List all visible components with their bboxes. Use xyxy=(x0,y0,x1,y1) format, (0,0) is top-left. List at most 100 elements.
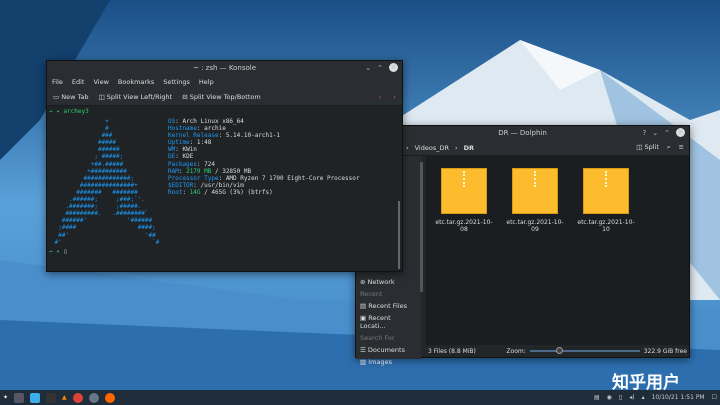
menu-view[interactable]: View xyxy=(93,78,108,86)
info-highlight: 2179 MB xyxy=(186,167,212,175)
close-icon[interactable]: × xyxy=(676,128,685,137)
menubar: File Edit View Bookmarks Settings Help xyxy=(47,75,402,89)
terminal-area[interactable]: → ✦ archey3 + # ### ##### ###### ; #####… xyxy=(47,106,402,271)
window-title: ~ : zsh — Konsole xyxy=(192,64,257,72)
info-value: Arch Linux x86_64 xyxy=(182,118,244,125)
file-item[interactable]: etc.tar.gz.2021-10-10 xyxy=(574,168,638,233)
images-label: Images xyxy=(368,358,392,366)
show-desktop-icon[interactable]: ☐ xyxy=(712,394,717,401)
konsole-window[interactable]: ~ : zsh — Konsole ⌄ ⌃ × File Edit View Boo… xyxy=(46,60,403,272)
split-label: Split xyxy=(644,143,659,151)
file-name: etc.tar.gz.2021-10-08 xyxy=(435,219,493,233)
zoom-slider-handle[interactable] xyxy=(555,347,563,354)
info-key: Root xyxy=(168,188,183,196)
help-icon[interactable]: ? xyxy=(643,129,647,137)
recent-header: Recent xyxy=(360,290,383,298)
menu-help[interactable]: Help xyxy=(199,78,214,86)
info-value: 1:48 xyxy=(196,139,212,147)
file-view[interactable]: etc.tar.gz.2021-10-08 etc.tar.gz.2021-10… xyxy=(426,156,689,345)
konsole-task-icon[interactable] xyxy=(46,392,57,403)
tray-expand-icon[interactable]: ▴ xyxy=(642,394,645,401)
status-bar: 3 Files (8.8 MiB) Zoom: 322.9 GiB free xyxy=(426,345,689,357)
info-row: Kernel Release: 5.14.10-arch1-1 xyxy=(168,132,280,140)
overflow-chevron-icon[interactable]: › xyxy=(393,93,396,101)
volume-icon[interactable]: ◂) xyxy=(629,394,634,401)
file-item[interactable]: etc.tar.gz.2021-10-08 xyxy=(432,168,496,233)
vlc-icon[interactable]: ▲ xyxy=(62,394,67,401)
file-item[interactable]: etc.tar.gz.2021-10-09 xyxy=(503,168,567,233)
app-icon[interactable] xyxy=(88,392,99,403)
menu-edit[interactable]: Edit xyxy=(72,78,85,86)
menu-settings[interactable]: Settings xyxy=(163,78,190,86)
chrome-icon[interactable] xyxy=(72,392,83,403)
arch-logo-ascii: + # ### ##### ###### ; #####; +##.##### … xyxy=(54,118,160,246)
zoom-slider[interactable] xyxy=(529,347,640,354)
maximize-icon[interactable]: ⌃ xyxy=(664,129,670,137)
dolphin-window[interactable]: DR — Dolphin ? ⌄ ⌃ × › Videos_DR › DR ◫ Spl… xyxy=(355,125,690,366)
info-highlight: 14G xyxy=(189,188,201,196)
info-value: /usr/bin/vim xyxy=(200,181,244,189)
clipboard-icon[interactable]: ▤ xyxy=(594,394,600,401)
dolphin-toolbar: › Videos_DR › DR ◫ Split ⌕ ≡ xyxy=(356,140,689,156)
dolphin-titlebar[interactable]: DR — Dolphin ? ⌄ ⌃ × xyxy=(356,126,689,140)
info-key: Kernel Release xyxy=(168,132,219,140)
info-value: 724 xyxy=(204,160,215,168)
clock[interactable]: 10/10/21 1:51 PM xyxy=(652,394,705,401)
network-icon[interactable]: ▯ xyxy=(619,394,622,401)
info-value: AMD Ryzen 7 1700 Eight-Core Processor xyxy=(225,174,360,182)
info-row: WM: KWin xyxy=(168,146,197,154)
search-icon[interactable]: ⌕ xyxy=(667,143,671,152)
info-key: Processor Type xyxy=(168,174,219,182)
konsole-titlebar[interactable]: ~ : zsh — Konsole ⌄ ⌃ × xyxy=(47,61,402,75)
menu-file[interactable]: File xyxy=(52,78,63,86)
system-tray: ▤ ◉ ▯ ◂) ▴ 10/10/21 1:51 PM ☐ xyxy=(594,394,717,401)
minimize-icon[interactable]: ⌄ xyxy=(652,129,658,137)
split-tb-label: Split View Top/Bottom xyxy=(189,93,261,101)
pager-icon[interactable] xyxy=(14,392,25,403)
places-images[interactable]: ▨ Images xyxy=(356,356,421,368)
places-documents[interactable]: ☰ Documents xyxy=(356,344,421,356)
info-value: 5.14.10-arch1-1 xyxy=(225,132,280,140)
dolphin-task-icon[interactable] xyxy=(30,392,41,403)
new-tab-button[interactable]: ▭ New Tab xyxy=(53,93,88,101)
system-info: OS: Arch Linux x86_64 Hostname: archie Ker… xyxy=(168,118,359,196)
breadcrumb-dr[interactable]: DR xyxy=(464,144,474,152)
split-top-bottom-button[interactable]: ⊟ Split View Top/Bottom xyxy=(182,93,261,101)
prompt-line: → ✦ ▯ xyxy=(49,248,68,255)
archive-icon xyxy=(441,168,487,214)
menu-bookmarks[interactable]: Bookmarks xyxy=(118,78,154,86)
firefox-icon[interactable] xyxy=(104,392,115,403)
close-icon[interactable]: × xyxy=(389,63,398,72)
file-name: etc.tar.gz.2021-10-09 xyxy=(506,219,564,233)
info-key: Packages xyxy=(168,160,197,168)
recent-files-label: Recent Files xyxy=(368,302,408,310)
info-row: Packages: 724 xyxy=(168,160,215,168)
info-key: Uptime xyxy=(168,139,190,147)
minimize-icon[interactable]: ⌄ xyxy=(365,64,371,72)
zoom-label: Zoom: xyxy=(506,347,526,355)
breadcrumb-separator: › xyxy=(406,143,409,152)
file-count: 3 Files (8.8 MiB) xyxy=(428,347,476,355)
places-recent-files[interactable]: ▤ Recent Files xyxy=(356,300,421,312)
network-label: Network xyxy=(367,278,395,286)
split-left-right-button[interactable]: ◫ Split View Left/Right xyxy=(98,93,172,101)
split-button[interactable]: ◫ Split xyxy=(636,143,659,152)
info-key: $EDITOR xyxy=(168,181,194,189)
file-name: etc.tar.gz.2021-10-10 xyxy=(577,219,635,233)
info-row: OS: Arch Linux x86_64 xyxy=(168,118,244,125)
chevron-right-icon[interactable]: › xyxy=(379,93,382,101)
places-recent-locations[interactable]: ▣ Recent Locati... xyxy=(356,312,421,332)
places-scrollbar[interactable] xyxy=(420,162,423,292)
app-launcher-icon[interactable]: ✦ xyxy=(3,394,8,401)
new-tab-label: New Tab xyxy=(61,93,89,101)
hamburger-menu-icon[interactable]: ≡ xyxy=(679,143,684,152)
breadcrumb-videos-dr[interactable]: Videos_DR xyxy=(415,144,449,152)
command-text: archey3 xyxy=(63,108,89,115)
updates-icon[interactable]: ◉ xyxy=(607,394,612,401)
info-value: KWin xyxy=(182,146,197,154)
terminal-scrollbar[interactable] xyxy=(398,201,400,269)
places-network[interactable]: ⊛ Network xyxy=(356,276,421,288)
konsole-toolbar: ▭ New Tab ◫ Split View Left/Right ⊟ Spli… xyxy=(47,89,402,106)
info-value: / 32850 MB xyxy=(211,167,252,175)
maximize-icon[interactable]: ⌃ xyxy=(377,64,383,72)
